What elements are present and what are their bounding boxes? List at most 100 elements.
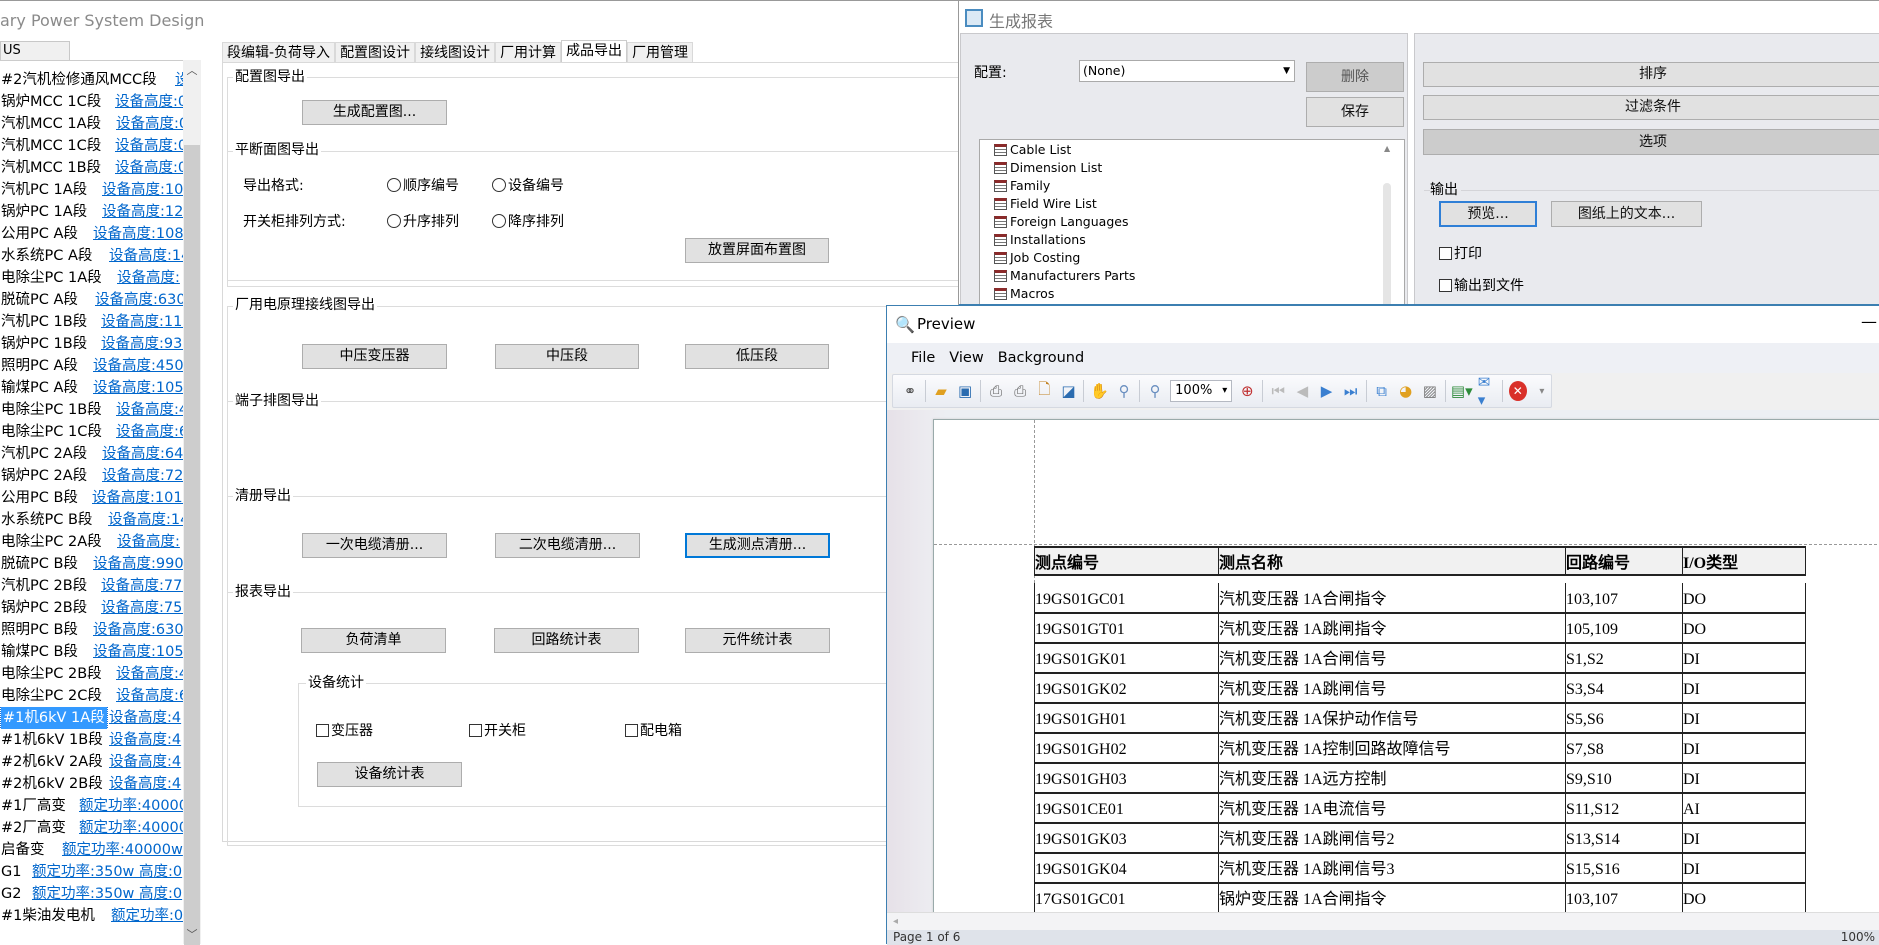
radio-device-number[interactable]: 设备编号	[492, 175, 564, 195]
section-name[interactable]: #2厂高变	[1, 817, 66, 839]
list-item[interactable]: 汽机MCC 1B段 设备高度:0	[0, 157, 183, 179]
list-item[interactable]: 水系统PC B段 设备高度:14	[0, 509, 183, 531]
report-list-item[interactable]: Macros	[994, 285, 1054, 303]
component-stats-button[interactable]: 元件统计表	[685, 628, 830, 653]
section-name[interactable]: 电除尘PC 1A段	[1, 267, 102, 289]
section-name[interactable]: 汽机MCC 1C段	[1, 135, 101, 157]
page-color-icon[interactable]: ◕	[1397, 381, 1415, 401]
hand-icon[interactable]: ✋	[1090, 381, 1109, 401]
list-item[interactable]: #2机6kV 2B段 设备高度:4	[0, 773, 183, 795]
first-page-icon[interactable]: ⏮	[1269, 381, 1287, 401]
minimize-button[interactable]: —	[1861, 312, 1877, 331]
section-name[interactable]: 公用PC A段	[1, 223, 78, 245]
prev-page-icon[interactable]: ◀	[1293, 381, 1311, 401]
generate-point-list-button[interactable]: 生成测点清册...	[685, 533, 830, 558]
section-name[interactable]: #1柴油发电机	[1, 905, 95, 927]
multipage-icon[interactable]: ⧉	[1373, 381, 1391, 401]
section-property-link[interactable]: 设备高度:14	[109, 245, 183, 267]
section-name[interactable]: 汽机PC 2A段	[1, 443, 87, 465]
preview-button[interactable]: 预览...	[1439, 201, 1537, 227]
section-property-link[interactable]: 设备高度:6	[116, 685, 183, 707]
sort-button[interactable]: 排序	[1423, 62, 1879, 87]
primary-cable-list-button[interactable]: 一次电缆清册...	[302, 533, 447, 558]
zoom-select[interactable]: 100%	[1170, 380, 1233, 402]
list-item[interactable]: #1柴油发电机 额定功率:0	[0, 905, 183, 927]
list-item[interactable]: 汽机PC 2B段 设备高度:770	[0, 575, 183, 597]
scroll-down-icon[interactable]: ﹀	[183, 926, 201, 942]
section-property-link[interactable]: 额定功率:40000w	[79, 817, 183, 839]
generate-layout-button[interactable]: 生成配置图...	[302, 100, 447, 125]
section-name[interactable]: 电除尘PC 1B段	[1, 399, 102, 421]
section-name[interactable]: #1机6kV 1B段	[1, 729, 103, 751]
tab-3[interactable]: 接线图设计	[415, 42, 496, 63]
tab-2[interactable]: 配置图设计	[335, 42, 416, 63]
scrollbar-thumb[interactable]	[184, 145, 200, 945]
section-property-link[interactable]: 设备高度:1080	[93, 223, 183, 245]
section-property-link[interactable]: 额定功率:0	[111, 905, 183, 927]
scroll-up-icon[interactable]: ︿	[183, 62, 201, 78]
section-name[interactable]: 锅炉PC 2B段	[1, 597, 87, 619]
report-list-item[interactable]: Job Costing	[994, 249, 1080, 267]
lv-section-button[interactable]: 低压段	[685, 344, 829, 369]
report-list-scrollbar[interactable]	[1383, 183, 1391, 318]
export-icon[interactable]: ▤▾	[1451, 381, 1473, 401]
section-name[interactable]: 输煤PC B段	[1, 641, 78, 663]
report-list-item[interactable]: Manufacturers Parts	[994, 267, 1135, 285]
section-property-link[interactable]: 设备高度:4	[109, 751, 181, 773]
tab-us-relation[interactable]: US Relation	[0, 41, 70, 76]
section-property-link[interactable]: 设备高度:4	[116, 399, 183, 421]
delete-button[interactable]: 删除	[1306, 62, 1404, 92]
section-name[interactable]: 照明PC B段	[1, 619, 78, 641]
email-icon[interactable]: ✉▾	[1478, 373, 1496, 409]
section-property-link[interactable]: 设备高度:	[117, 267, 180, 289]
section-property-link[interactable]: 设备高度:720	[102, 465, 183, 487]
section-property-link[interactable]: 额定功率:40000w	[62, 839, 183, 861]
tab-4[interactable]: 厂用计算	[495, 42, 562, 63]
section-property-link[interactable]: 设备高度:1010	[92, 487, 183, 509]
last-page-icon[interactable]: ⏭	[1342, 381, 1360, 401]
tab-1[interactable]: 段编辑-负荷导入	[222, 42, 336, 63]
section-name[interactable]: 启备变	[1, 839, 45, 861]
section-property-link[interactable]: 设备高度:930	[101, 333, 183, 355]
save-button[interactable]: 保存	[1306, 97, 1404, 127]
equipment-stats-button[interactable]: 设备统计表	[317, 762, 462, 787]
menu-view[interactable]: View	[949, 350, 983, 366]
section-name[interactable]: #1机6kV 1A段	[0, 707, 108, 729]
print-checkbox[interactable]: 打印	[1439, 243, 1482, 263]
list-item[interactable]: 电除尘PC 2A段 设备高度:	[0, 531, 183, 553]
section-name[interactable]: 锅炉PC 1A段	[1, 201, 87, 223]
checkbox-switchgear[interactable]: 开关柜	[469, 720, 526, 740]
checkbox-transformer[interactable]: 变压器	[316, 720, 373, 740]
section-property-link[interactable]: 设备高度:1050	[93, 377, 183, 399]
section-property-link[interactable]: 额定功率:350w 高度:0	[32, 883, 182, 905]
print-setup-icon[interactable]: ⎙	[987, 381, 1005, 401]
section-name[interactable]: 汽机PC 1B段	[1, 311, 87, 333]
list-item[interactable]: 汽机PC 1A段设备高度:100	[0, 179, 183, 201]
section-property-link[interactable]: 设备高度:6300	[95, 289, 183, 311]
list-item[interactable]: #2机6kV 2A段 设备高度:4	[0, 751, 183, 773]
section-property-link[interactable]: 设备高度:	[117, 531, 180, 553]
section-name[interactable]: 汽机PC 2B段	[1, 575, 87, 597]
list-item[interactable]: 锅炉PC 1B段 设备高度:930	[0, 333, 183, 355]
section-name[interactable]: 锅炉MCC 1C段	[1, 91, 101, 113]
tab-6[interactable]: 厂用管理	[627, 42, 694, 63]
list-item[interactable]: 输煤PC B段 设备高度:1050	[0, 641, 183, 663]
section-property-link[interactable]: 设备高度:9900	[93, 553, 183, 575]
section-property-link[interactable]: 设备高度:1050	[93, 641, 183, 663]
list-item[interactable]: G1 额定功率:350w 高度:0	[0, 861, 183, 883]
list-item[interactable]: 锅炉MCC 1C段 设备高度:0	[0, 91, 183, 113]
section-property-link[interactable]: 额定功率:350w 高度:0	[32, 861, 182, 883]
section-name[interactable]: 电除尘PC 2C段	[1, 685, 102, 707]
list-item[interactable]: 电除尘PC 1B段 设备高度:4	[0, 399, 183, 421]
page-setup-icon[interactable]: 🗋	[1035, 380, 1053, 401]
list-item[interactable]: 汽机MCC 1A段 设备高度:0	[0, 113, 183, 135]
section-name[interactable]: #1厂高变	[1, 795, 66, 817]
list-item[interactable]: #2汽机检修通风MCC段设	[0, 69, 183, 91]
list-item[interactable]: 汽机MCC 1C段 设备高度:0	[0, 135, 183, 157]
list-item[interactable]: 照明PC A段 设备高度:4500	[0, 355, 183, 377]
section-name[interactable]: 水系统PC B段	[1, 509, 92, 531]
list-item[interactable]: 锅炉PC 1A段设备高度:120	[0, 201, 183, 223]
section-name[interactable]: #2机6kV 2A段	[1, 751, 103, 773]
section-name[interactable]: #2汽机检修通风MCC段	[1, 69, 157, 91]
filter-button[interactable]: 过滤条件	[1423, 95, 1879, 120]
